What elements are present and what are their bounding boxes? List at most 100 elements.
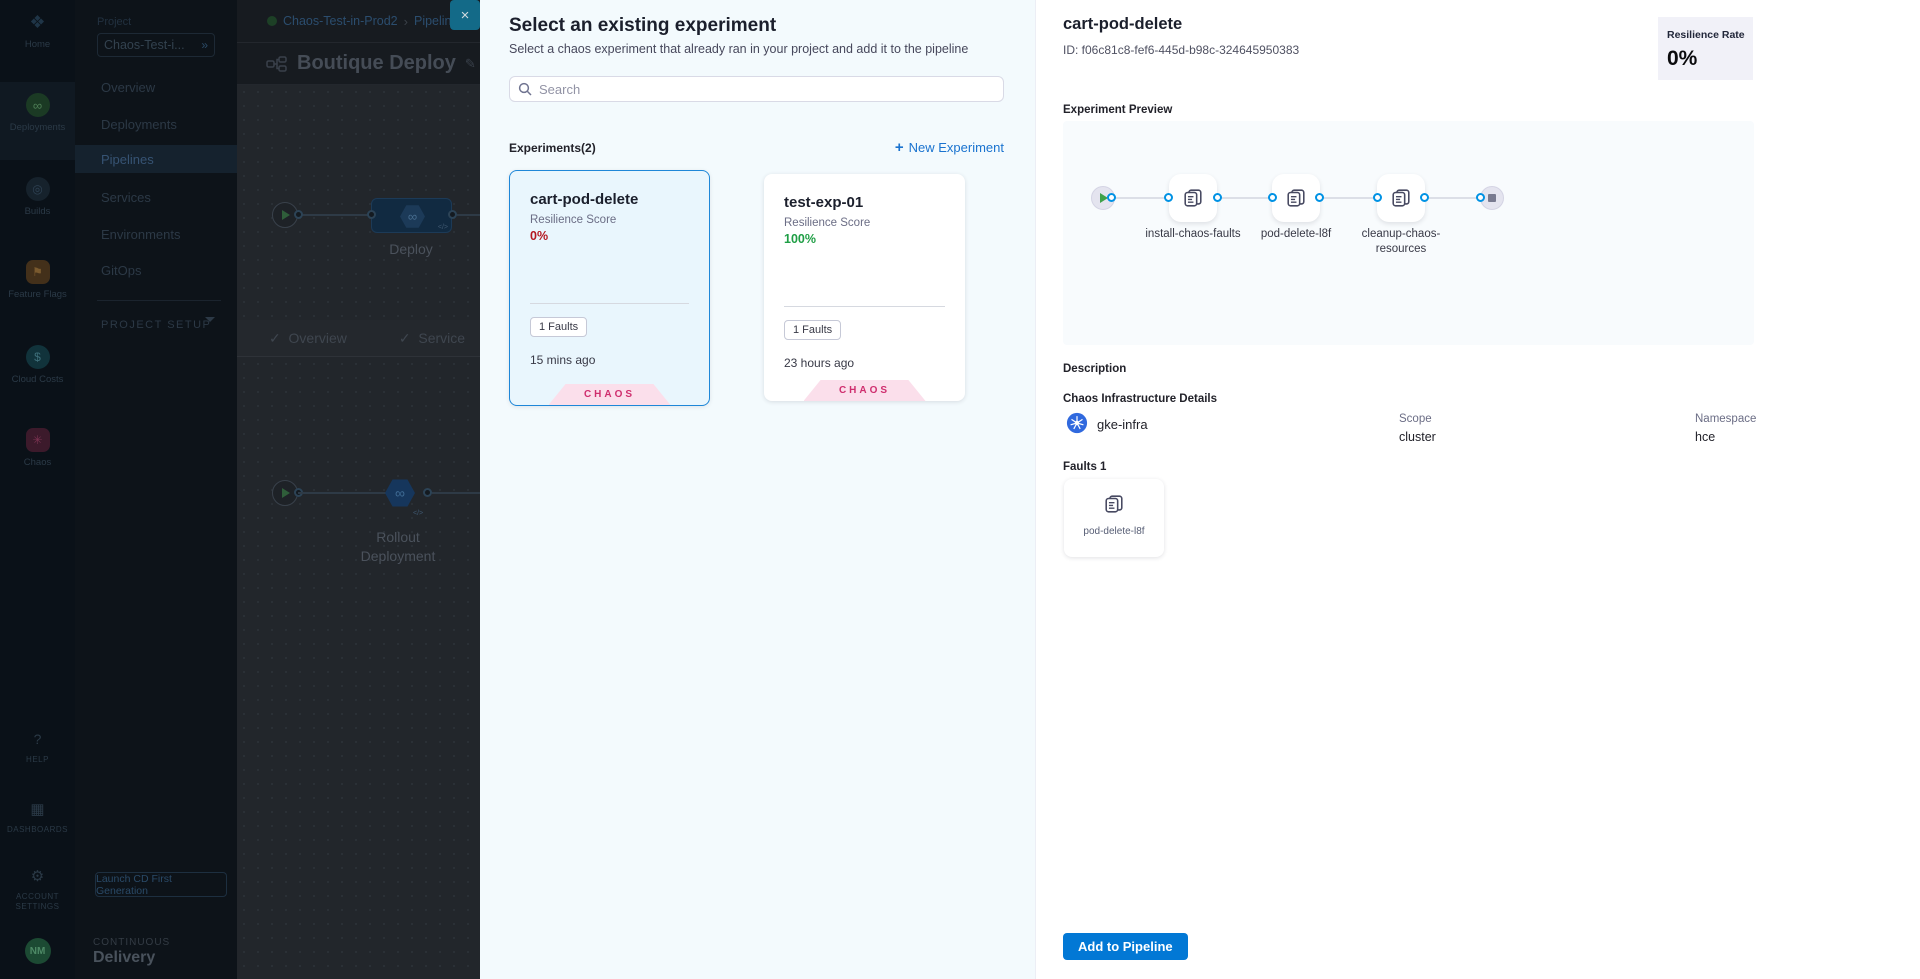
experiment-card-cart-pod-delete[interactable]: cart-pod-delete Resilience Score 0% 1 Fa… bbox=[509, 170, 710, 406]
rollout-step-node[interactable]: ∞ bbox=[385, 478, 415, 508]
sidebar-item-label: Cloud Costs bbox=[0, 374, 75, 385]
breadcrumb-project-link[interactable]: Chaos-Test-in-Prod2 bbox=[283, 14, 398, 28]
experiment-id: ID: f06c81c8-fef6-445d-b98c-324645950383 bbox=[1063, 43, 1299, 57]
last-updated: 23 hours ago bbox=[784, 356, 854, 370]
infra-section-label: Chaos Infrastructure Details bbox=[1063, 393, 1217, 405]
divider bbox=[530, 303, 689, 304]
check-icon: ✓ bbox=[269, 330, 281, 346]
rollout-step-label-line2: Deployment bbox=[348, 548, 448, 564]
sidebar-item-home[interactable]: ❖ Home bbox=[0, 10, 75, 50]
sidebar-item-cloud-costs[interactable]: $ Cloud Costs bbox=[0, 345, 75, 385]
resilience-score-label: Resilience Score bbox=[530, 214, 616, 226]
project-setup-toggle[interactable]: PROJECT SETUP bbox=[101, 319, 211, 331]
tab-service[interactable]: ✓ Service bbox=[399, 330, 465, 347]
chaos-brand-ribbon: CHAOS bbox=[804, 380, 926, 401]
launch-cd-first-gen-button[interactable]: Launch CD First Generation bbox=[95, 872, 227, 897]
stage-node-deploy[interactable]: ∞ </> bbox=[371, 198, 452, 233]
breadcrumb: Chaos-Test-in-Prod2 › Pipelines bbox=[237, 0, 480, 43]
preview-step-cleanup-chaos-resources[interactable] bbox=[1377, 174, 1425, 222]
sidebar-item-label: Chaos bbox=[0, 457, 75, 468]
config-tabs: ✓ Overview ✓ Service bbox=[237, 320, 480, 357]
cloud-costs-icon: $ bbox=[26, 345, 50, 369]
resilience-score-value: 100% bbox=[784, 232, 816, 246]
nav-item-environments[interactable]: Environments bbox=[101, 227, 180, 242]
rollout-step-icon: ∞ bbox=[395, 485, 405, 501]
nav-item-pipelines[interactable]: Pipelines bbox=[101, 152, 154, 167]
faults-badge: 1 Faults bbox=[784, 320, 841, 340]
avatar: NM bbox=[25, 938, 51, 964]
fault-card-pod-delete[interactable]: pod-delete-l8f bbox=[1064, 479, 1164, 557]
help-icon: ? bbox=[26, 727, 50, 751]
sidebar-item-label: Feature Flags bbox=[0, 289, 75, 300]
preview-step-pod-delete[interactable] bbox=[1272, 174, 1320, 222]
port bbox=[1213, 193, 1222, 202]
preview-step-install-chaos-faults[interactable] bbox=[1169, 174, 1217, 222]
experiment-preview-canvas: install-chaos-faults pod-delete-l8f clea… bbox=[1063, 121, 1754, 345]
port bbox=[1268, 193, 1277, 202]
connector bbox=[298, 492, 392, 494]
nav-item-services[interactable]: Services bbox=[101, 190, 151, 205]
new-experiment-button[interactable]: + New Experiment bbox=[895, 139, 1004, 156]
plus-icon: + bbox=[895, 139, 904, 156]
page-title-bar: Boutique Deploy ✎ bbox=[237, 43, 480, 85]
sidebar-item-label: SETTINGS bbox=[0, 902, 75, 911]
sidebar-item-account-settings[interactable]: ⚙ ACCOUNT SETTINGS bbox=[0, 864, 75, 911]
pipeline-canvas-top: ∞ </> Deploy bbox=[237, 85, 480, 320]
port bbox=[423, 488, 432, 497]
resilience-rate-box: Resilience Rate 0% bbox=[1658, 17, 1753, 80]
port bbox=[1373, 193, 1382, 202]
sidebar-item-deployments[interactable]: ∞ Deployments bbox=[0, 93, 75, 133]
detail-title: cart-pod-delete bbox=[1063, 15, 1182, 34]
continuous-label: CONTINUOUS bbox=[93, 937, 170, 948]
preview-step-label: install-chaos-faults bbox=[1141, 227, 1245, 242]
user-avatar[interactable]: NM bbox=[0, 938, 75, 964]
namespace-label: Namespace bbox=[1695, 413, 1756, 425]
code-icon: </> bbox=[413, 510, 423, 517]
nav-item-gitops[interactable]: GitOps bbox=[101, 263, 141, 278]
nav-selected-highlight bbox=[75, 145, 237, 173]
connector bbox=[298, 214, 373, 216]
sidebar-item-builds[interactable]: ◎ Builds bbox=[0, 177, 75, 217]
chaos-icon: ✳ bbox=[26, 428, 50, 452]
tab-overview[interactable]: ✓ Overview bbox=[269, 330, 347, 347]
fault-icon bbox=[1103, 493, 1125, 515]
experiment-step-icon bbox=[1285, 187, 1307, 209]
feature-flags-icon: ⚑ bbox=[26, 260, 50, 284]
chevron-down-icon bbox=[205, 317, 215, 322]
sidebar-item-label: Home bbox=[0, 39, 75, 50]
experiment-preview-label: Experiment Preview bbox=[1063, 104, 1172, 116]
check-icon: ✓ bbox=[399, 330, 411, 346]
close-icon: × bbox=[461, 7, 470, 24]
sidebar-item-feature-flags[interactable]: ⚑ Feature Flags bbox=[0, 260, 75, 300]
nav-item-overview[interactable]: Overview bbox=[101, 80, 155, 95]
preview-step-label: pod-delete-l8f bbox=[1244, 227, 1348, 242]
drawer-title: Select an existing experiment bbox=[509, 15, 776, 37]
edit-pencil-icon[interactable]: ✎ bbox=[465, 56, 476, 72]
kubernetes-icon bbox=[1066, 412, 1088, 434]
close-drawer-button[interactable]: × bbox=[450, 0, 480, 30]
sidebar-item-dashboards[interactable]: ▦ DASHBOARDS bbox=[0, 797, 75, 834]
sidebar-item-label: Deployments bbox=[0, 122, 75, 133]
drawer-subtitle: Select a chaos experiment that already r… bbox=[509, 42, 968, 56]
experiment-step-icon bbox=[1182, 187, 1204, 209]
experiment-step-icon bbox=[1390, 187, 1412, 209]
project-selector[interactable]: Chaos-Test-i... » bbox=[97, 33, 215, 57]
rollout-step-label-line1: Rollout bbox=[348, 529, 448, 545]
port bbox=[1164, 193, 1173, 202]
experiments-count-header: Experiments(2) bbox=[509, 141, 596, 155]
sidebar-item-help[interactable]: ? HELP bbox=[0, 727, 75, 764]
add-to-pipeline-button[interactable]: Add to Pipeline bbox=[1063, 933, 1188, 960]
port bbox=[1315, 193, 1324, 202]
port bbox=[294, 210, 303, 219]
connector bbox=[457, 214, 480, 216]
infra-name: gke-infra bbox=[1097, 417, 1148, 432]
divider bbox=[97, 300, 221, 301]
pipeline-canvas-bottom: ∞ </> Rollout Deployment bbox=[237, 357, 480, 979]
port bbox=[1476, 193, 1485, 202]
search-input[interactable] bbox=[539, 82, 995, 97]
sidebar-item-chaos[interactable]: ✳ Chaos bbox=[0, 428, 75, 468]
nav-item-deployments[interactable]: Deployments bbox=[101, 117, 177, 132]
port bbox=[1420, 193, 1429, 202]
fault-name: pod-delete-l8f bbox=[1064, 526, 1164, 537]
experiment-card-test-exp-01[interactable]: test-exp-01 Resilience Score 100% 1 Faul… bbox=[764, 174, 965, 401]
